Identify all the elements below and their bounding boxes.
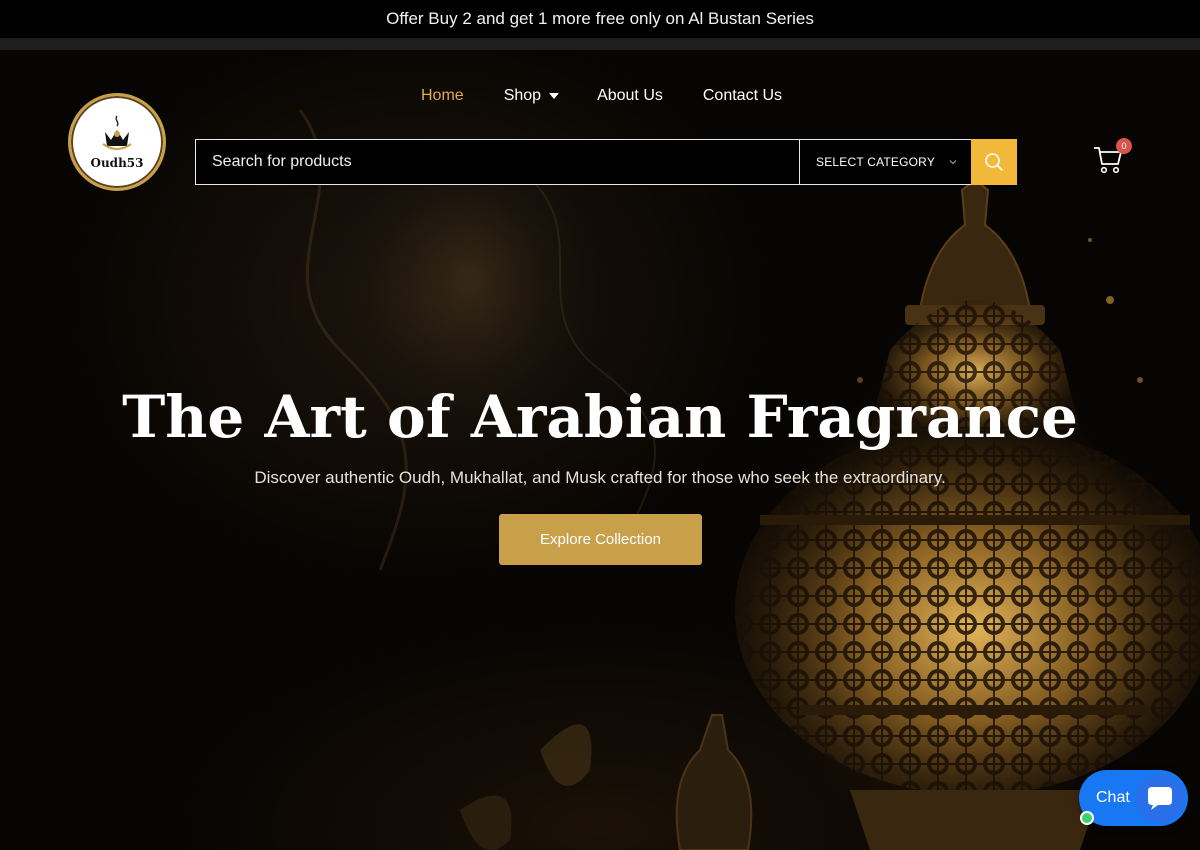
chevron-down-icon [949,160,957,165]
nav-item-shop[interactable]: Shop [503,86,560,106]
product-search-bar: SELECT CATEGORY [195,139,1017,185]
category-select[interactable]: SELECT CATEGORY [799,139,971,185]
nav-item-label: Shop [503,87,542,104]
announcement-text: Offer Buy 2 and get 1 more free only on … [386,9,814,28]
hero-subtitle: Discover authentic Oudh, Mukhallat, and … [254,468,946,487]
hero-title: The Art of Arabian Fragrance [122,383,1078,451]
chat-label: Chat [1096,789,1130,806]
announcement-bar: Offer Buy 2 and get 1 more free only on … [0,0,1200,38]
search-input[interactable] [195,139,799,185]
explore-collection-button[interactable]: Explore Collection [499,514,702,565]
nav-item-label: About Us [597,87,663,104]
cart-count-badge: 0 [1116,138,1132,154]
search-button[interactable] [971,139,1017,185]
category-select-label: SELECT CATEGORY [816,155,936,169]
chat-icon-container [1136,774,1184,822]
announcement-divider [0,38,1200,50]
site-logo[interactable]: Oudh53 [68,93,166,191]
cart-button[interactable]: 0 [1092,138,1132,177]
nav-item-home[interactable]: Home [421,86,464,106]
nav-item-about-us[interactable]: About Us [597,86,663,106]
main-navigation: Home Shop About Us Contact Us [421,86,782,106]
nav-item-label: Home [421,87,464,104]
nav-item-label: Contact Us [702,87,783,104]
online-status-indicator [1080,811,1094,825]
logo-text: Oudh53 [90,156,144,170]
caret-down-icon [549,93,560,99]
nav-item-contact-us[interactable]: Contact Us [703,86,782,106]
crown-incense-logo-icon [102,115,132,150]
search-icon [985,153,1003,171]
chat-widget-button[interactable]: Chat [1079,770,1188,826]
chat-bubble-icon [1148,787,1172,810]
